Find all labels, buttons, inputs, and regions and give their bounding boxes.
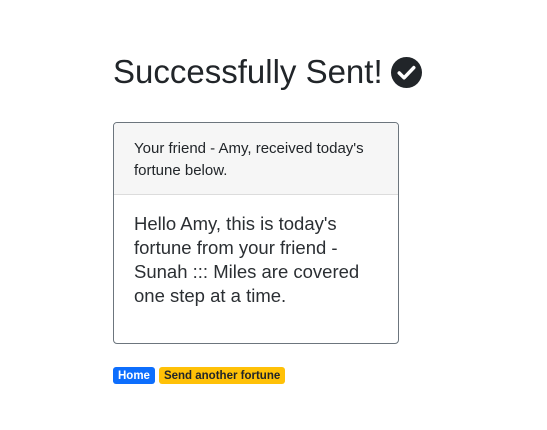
page-title-text: Successfully Sent! — [113, 53, 383, 90]
card-header: Your friend - Amy, received today's fort… — [114, 123, 398, 195]
home-button[interactable]: Home — [113, 367, 155, 384]
send-another-fortune-button[interactable]: Send another fortune — [158, 367, 286, 384]
check-circle-icon — [390, 56, 422, 88]
action-links: Home Send another fortune — [113, 367, 286, 384]
fortune-card: Your friend - Amy, received today's fort… — [113, 122, 399, 344]
page-title: Successfully Sent! — [113, 50, 422, 94]
fortune-message: Hello Amy, this is today's fortune from … — [134, 213, 360, 306]
